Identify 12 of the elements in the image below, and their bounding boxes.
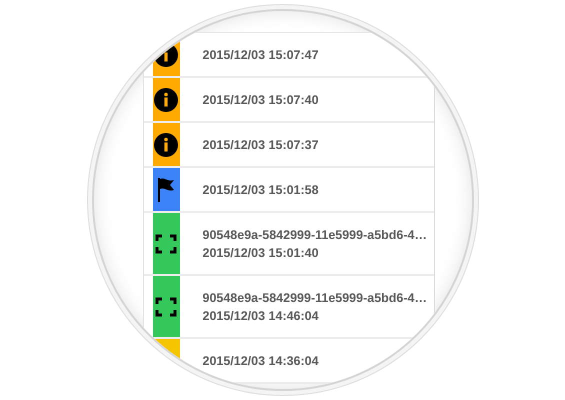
entry-timestamp: 2015/12/03 15:07:47 xyxy=(202,48,319,62)
entry-id: 90548e9a-5842999-11e5999-a5bd6-4… xyxy=(202,290,427,304)
entry-timestamp: 2015/12/03 14:36:04 xyxy=(202,354,319,368)
entry-timestamp: 2015/12/03 15:01:40 xyxy=(202,246,320,260)
entry-timestamp: 2015/12/03 15:07:37 xyxy=(202,138,319,152)
entry-timestamp: 2015/12/03 15:07:40 xyxy=(202,92,319,106)
flag-icon xyxy=(157,176,175,202)
entry-timestamp: 2015/12/03 15:01:58 xyxy=(202,182,319,196)
scan-frame-icon xyxy=(155,234,177,254)
entry-timestamp: 2015/12/03 14:46:04 xyxy=(202,308,320,322)
entry-id: 90548e9a-5842999-11e5999-a5bd6-4… xyxy=(202,228,427,242)
scan-frame-icon xyxy=(155,296,177,316)
